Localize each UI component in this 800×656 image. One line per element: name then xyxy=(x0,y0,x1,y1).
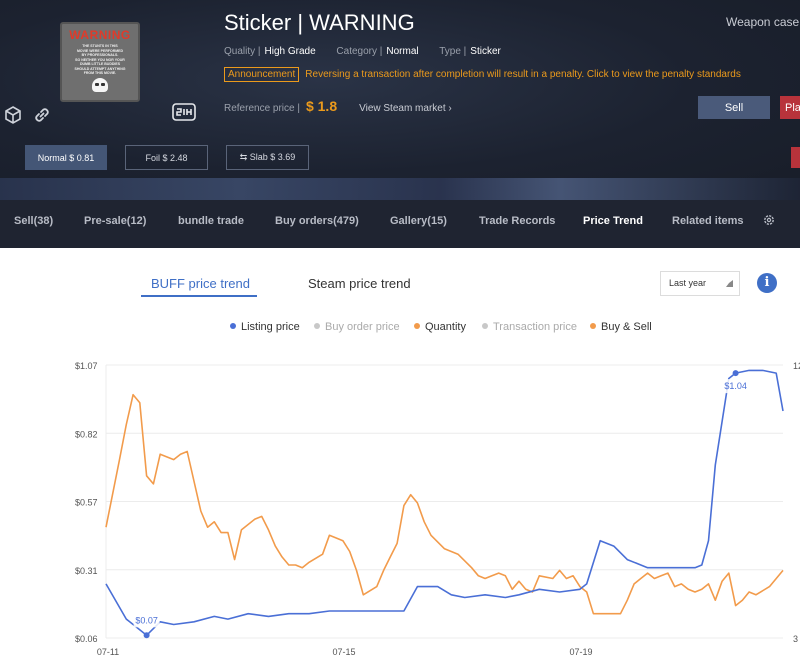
variant-foil-button[interactable]: Foil $ 2.48 xyxy=(125,145,208,170)
chart-annotations: $0.07 $1.04 xyxy=(133,370,749,639)
right-tick-label: 3 xyxy=(793,634,798,644)
place-order-button[interactable]: Pla xyxy=(780,96,800,119)
data-label: $1.04 xyxy=(724,381,747,391)
legend-transaction-price[interactable]: Transaction price xyxy=(482,321,577,333)
legend-listing-price[interactable]: Listing price xyxy=(230,321,300,333)
thumbnail-warning-text: WARNING xyxy=(69,28,131,42)
tab-bundle-trade[interactable]: bundle trade xyxy=(178,215,244,227)
tab-trade-records[interactable]: Trade Records xyxy=(479,215,555,227)
type-label: Type | xyxy=(439,46,467,57)
quality-value: High Grade xyxy=(264,46,316,57)
link-icon[interactable] xyxy=(33,106,51,124)
chart-grid xyxy=(105,364,783,639)
y-tick-label: $0.06 xyxy=(75,634,98,644)
sih-icon[interactable] xyxy=(172,102,196,122)
data-label: $0.07 xyxy=(135,615,158,625)
legend-dot xyxy=(590,323,596,329)
sell-button[interactable]: Sell xyxy=(698,96,770,119)
series-line-listing-price[interactable] xyxy=(105,369,784,637)
tab-gallery[interactable]: Gallery(15) xyxy=(390,215,447,227)
y-tick-label: $0.82 xyxy=(75,429,98,439)
tab-price-trend[interactable]: Price Trend xyxy=(583,215,643,227)
legend-dot xyxy=(314,323,320,329)
chart-series[interactable] xyxy=(105,369,784,637)
chevron-down-icon xyxy=(726,280,733,287)
tab-bar: Sell(38) Pre-sale(12) bundle trade Buy o… xyxy=(0,200,800,248)
x-tick-label: 07-11 xyxy=(97,647,119,656)
x-tick-label: 07-19 xyxy=(569,647,592,656)
gear-icon[interactable] xyxy=(762,213,776,227)
announcement[interactable]: Announcement Reversing a transaction afte… xyxy=(224,67,741,82)
quality-label: Quality | xyxy=(224,46,261,57)
3d-cube-icon[interactable] xyxy=(4,106,22,124)
data-point-marker xyxy=(143,632,150,639)
tab-pre-sale[interactable]: Pre-sale(12) xyxy=(84,215,146,227)
right-tick-label: 12 xyxy=(793,361,800,371)
y-tick-label: $0.57 xyxy=(75,498,98,508)
variant-normal-button[interactable]: Normal $ 0.81 xyxy=(25,145,107,170)
series-line-buy-sell[interactable] xyxy=(105,393,784,615)
time-range-select[interactable]: Last year xyxy=(660,271,740,296)
x-tick-label: 07-15 xyxy=(332,647,355,656)
legend-dot xyxy=(482,323,488,329)
legend-dot xyxy=(414,323,420,329)
legend-buy-and-sell[interactable]: Buy & Sell xyxy=(590,321,652,333)
item-thumbnail[interactable]: WARNING THE STUNTS IN THIS MOVIE WERE PE… xyxy=(60,22,140,102)
weapon-case-link[interactable]: Weapon case xyxy=(726,15,799,29)
type-value: Sticker xyxy=(470,46,501,57)
reference-price: Reference price | $ 1.8 View Steam market … xyxy=(224,98,452,114)
legend-dot xyxy=(230,323,236,329)
chart-axes: $1.07 $0.82 $0.57 $0.31 $0.06 12 3 07-11 07-15 07… xyxy=(75,361,800,656)
tab-sell[interactable]: Sell(38) xyxy=(14,215,53,227)
legend-quantity[interactable]: Quantity xyxy=(414,321,466,333)
price-trend-chart[interactable]: $1.07 $0.82 $0.57 $0.31 $0.06 12 3 07-11 07-15 07… xyxy=(0,350,800,656)
variant-slab-button[interactable]: ⇆ Slab $ 3.69 xyxy=(226,145,309,170)
reference-price-value: $ 1.8 xyxy=(305,98,338,114)
header-banner-stripe xyxy=(0,178,800,200)
announcement-text[interactable]: Reversing a transaction after completion… xyxy=(305,69,741,80)
tab-buy-orders[interactable]: Buy orders(479) xyxy=(275,215,359,227)
tab-related-items[interactable]: Related items xyxy=(672,215,744,227)
side-button-edge[interactable] xyxy=(791,147,800,168)
buff-price-trend-toggle[interactable]: BUFF price trend xyxy=(151,276,250,291)
y-tick-label: $1.07 xyxy=(75,361,98,371)
info-icon[interactable]: i xyxy=(757,273,777,293)
time-range-value: Last year xyxy=(669,278,707,288)
steam-price-trend-toggle[interactable]: Steam price trend xyxy=(308,276,411,291)
data-point-marker xyxy=(732,370,739,377)
item-title: Sticker | WARNING xyxy=(224,10,415,35)
thumbnail-caption: THE STUNTS IN THIS MOVIE WERE PERFORMED … xyxy=(74,44,126,75)
skull-icon xyxy=(92,77,108,92)
view-steam-market-link[interactable]: View Steam market › xyxy=(359,103,452,114)
reference-price-label: Reference price | xyxy=(224,103,300,114)
active-toggle-underline xyxy=(141,295,257,297)
announcement-tag: Announcement xyxy=(224,67,300,82)
category-label: Category | xyxy=(336,46,383,57)
item-header: WARNING THE STUNTS IN THIS MOVIE WERE PE… xyxy=(0,0,800,200)
item-meta: Quality | High Grade Category | Normal Typ… xyxy=(224,46,519,57)
legend-buy-order-price[interactable]: Buy order price xyxy=(314,321,400,333)
category-value: Normal xyxy=(386,46,419,57)
y-tick-label: $0.31 xyxy=(75,566,98,576)
